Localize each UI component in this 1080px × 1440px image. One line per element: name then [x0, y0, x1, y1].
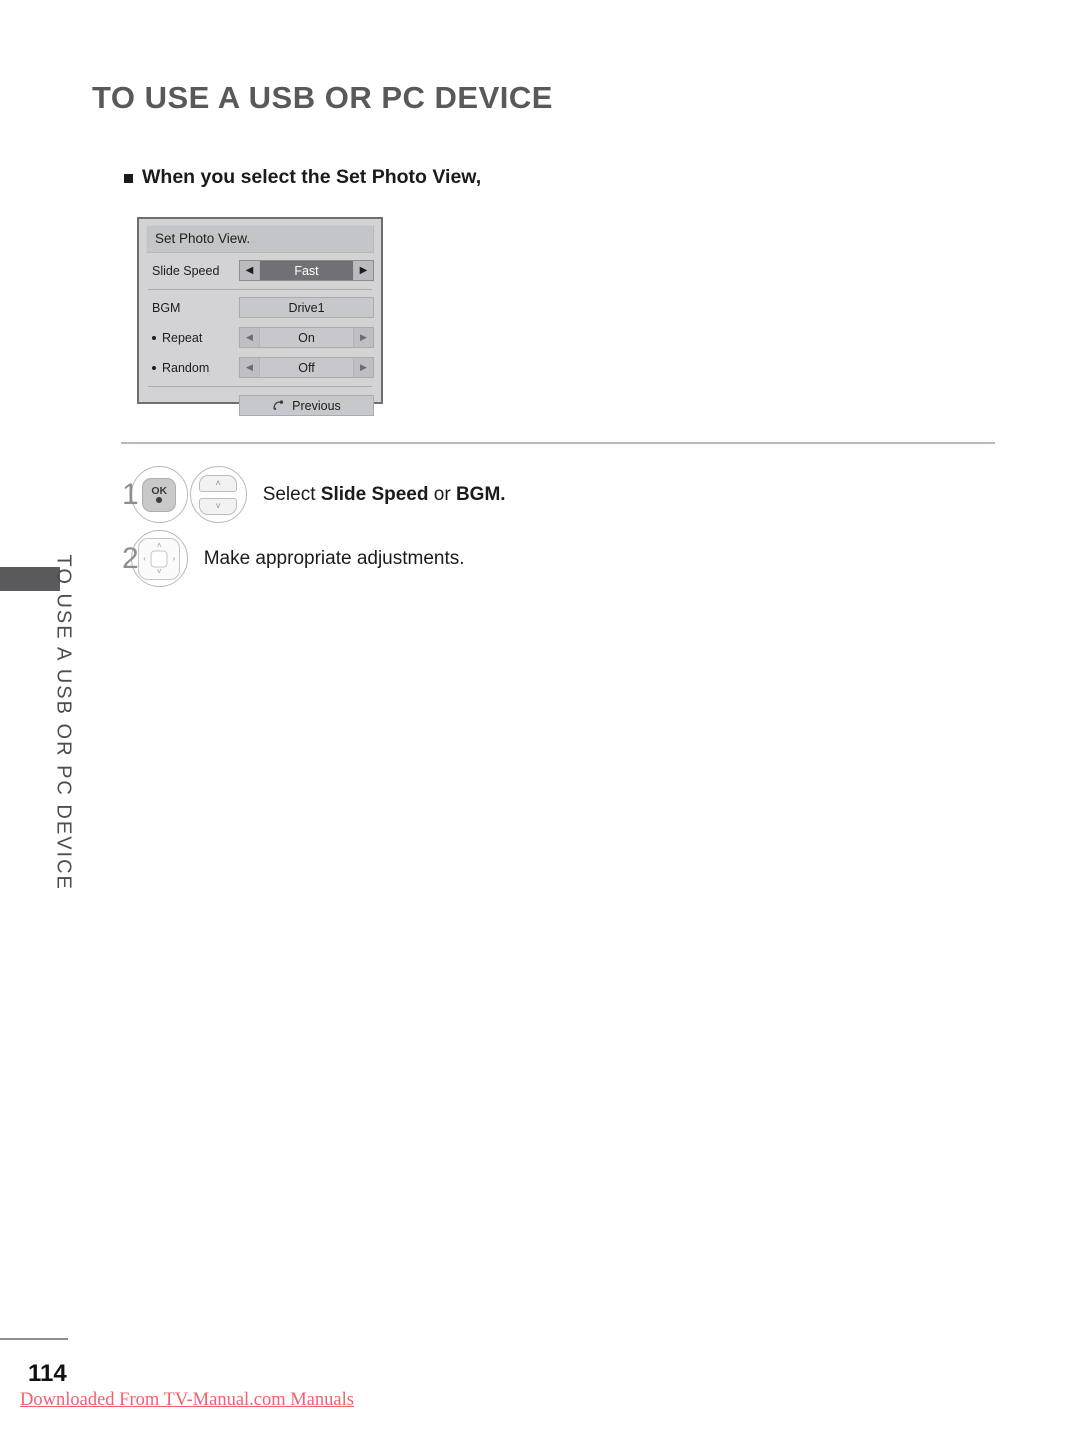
set-photo-view-dialog: Set Photo View. Slide Speed ◀ Fast ▶ BGM…: [137, 217, 383, 416]
label-repeat-text: Repeat: [162, 330, 203, 345]
button-bgm-drive[interactable]: Drive1: [239, 297, 374, 318]
manual-page: TO USE A USB OR PC DEVICE When you selec…: [0, 0, 1080, 1440]
round-bullet-icon: [152, 335, 156, 340]
ok-key-dot-icon: [156, 497, 163, 504]
nav-left-arrow-icon[interactable]: ‹: [143, 554, 146, 563]
dialog-separator-top: [148, 289, 372, 290]
round-bullet-icon: [152, 365, 156, 370]
side-tab-label: TO USE A USB OR PC DEVICE: [52, 554, 75, 891]
stepper-left-arrow-icon[interactable]: ◀: [240, 261, 260, 280]
step-1-number: 1: [122, 477, 139, 511]
dialog-separator-bottom: [148, 386, 372, 387]
nav-up-arrow-icon[interactable]: ˄: [157, 541, 162, 550]
previous-button[interactable]: Previous: [239, 395, 374, 416]
stepper-random-value: Off: [260, 358, 353, 377]
previous-button-label: Previous: [292, 398, 341, 413]
label-slide-speed-text: Slide Speed: [152, 263, 220, 278]
return-arrow-icon: [273, 400, 284, 410]
ok-button-key[interactable]: OK: [130, 466, 188, 523]
four-way-navigation-key[interactable]: ˄ ˅ ‹ ›: [130, 530, 188, 587]
step-1-bold-bgm: BGM.: [455, 483, 506, 505]
step-1-text-prefix: Select: [262, 483, 321, 505]
label-random: Random: [146, 361, 239, 375]
rocker-down-icon[interactable]: ˅: [199, 497, 238, 515]
row-repeat: Repeat ◀ On ▶: [146, 325, 374, 350]
step-1: 1 OK ˄ ˅ Select Slide Speed or BGM.: [122, 466, 506, 523]
nav-down-arrow-icon[interactable]: ˅: [157, 567, 162, 576]
row-bgm: BGM Drive1: [146, 295, 374, 320]
label-random-text: Random: [162, 360, 210, 375]
up-down-rocker-key[interactable]: ˄ ˅: [189, 466, 247, 523]
stepper-random[interactable]: ◀ Off ▶: [239, 357, 374, 378]
stepper-right-arrow-icon[interactable]: ▶: [353, 358, 373, 377]
label-slide-speed: Slide Speed: [146, 264, 239, 278]
stepper-repeat-value: On: [260, 328, 353, 347]
step-2: 2 ˄ ˅ ‹ › Make appropriate adjustments.: [122, 530, 465, 587]
step-1-text: Select Slide Speed or BGM.: [263, 484, 506, 506]
label-repeat: Repeat: [146, 331, 239, 345]
content-divider: [121, 442, 995, 444]
stepper-repeat[interactable]: ◀ On ▶: [239, 327, 374, 348]
section-heading-label: When you select the Set Photo View,: [142, 166, 482, 188]
stepper-left-arrow-icon[interactable]: ◀: [240, 328, 260, 347]
rocker-up-icon[interactable]: ˄: [199, 474, 238, 492]
section-heading: When you select the Set Photo View,: [124, 166, 481, 189]
nav-right-arrow-icon[interactable]: ›: [173, 554, 176, 563]
label-bgm: BGM: [146, 301, 239, 315]
page-title: TO USE A USB OR PC DEVICE: [92, 80, 553, 115]
stepper-slide-speed[interactable]: ◀ Fast ▶: [239, 260, 374, 281]
footer-rule: [0, 1338, 68, 1340]
ok-key-glyph: OK: [142, 477, 177, 512]
stepper-right-arrow-icon[interactable]: ▶: [353, 261, 373, 280]
nav-center-button-icon[interactable]: [150, 550, 168, 567]
dialog-footer: Previous: [146, 395, 374, 416]
stepper-slide-speed-value: Fast: [260, 261, 353, 280]
square-bullet-icon: [124, 174, 133, 183]
stepper-right-arrow-icon[interactable]: ▶: [353, 328, 373, 347]
stepper-left-arrow-icon[interactable]: ◀: [240, 358, 260, 377]
step-1-bold-slide-speed: Slide Speed: [320, 483, 429, 505]
ok-key-label: OK: [151, 484, 168, 497]
step-2-text: Make appropriate adjustments.: [203, 547, 465, 569]
rocker-glyph: ˄ ˅: [199, 474, 238, 515]
page-number: 114: [28, 1360, 67, 1387]
dialog-title: Set Photo View.: [146, 225, 374, 253]
row-slide-speed: Slide Speed ◀ Fast ▶: [146, 258, 374, 283]
row-random: Random ◀ Off ▶: [146, 355, 374, 380]
step-2-number: 2: [122, 541, 139, 575]
step-1-text-middle: or: [428, 483, 456, 505]
download-note[interactable]: Downloaded From TV-Manual.com Manuals: [20, 1390, 354, 1411]
nav-key-glyph: ˄ ˅ ‹ ›: [138, 537, 181, 580]
label-bgm-text: BGM: [152, 300, 181, 315]
